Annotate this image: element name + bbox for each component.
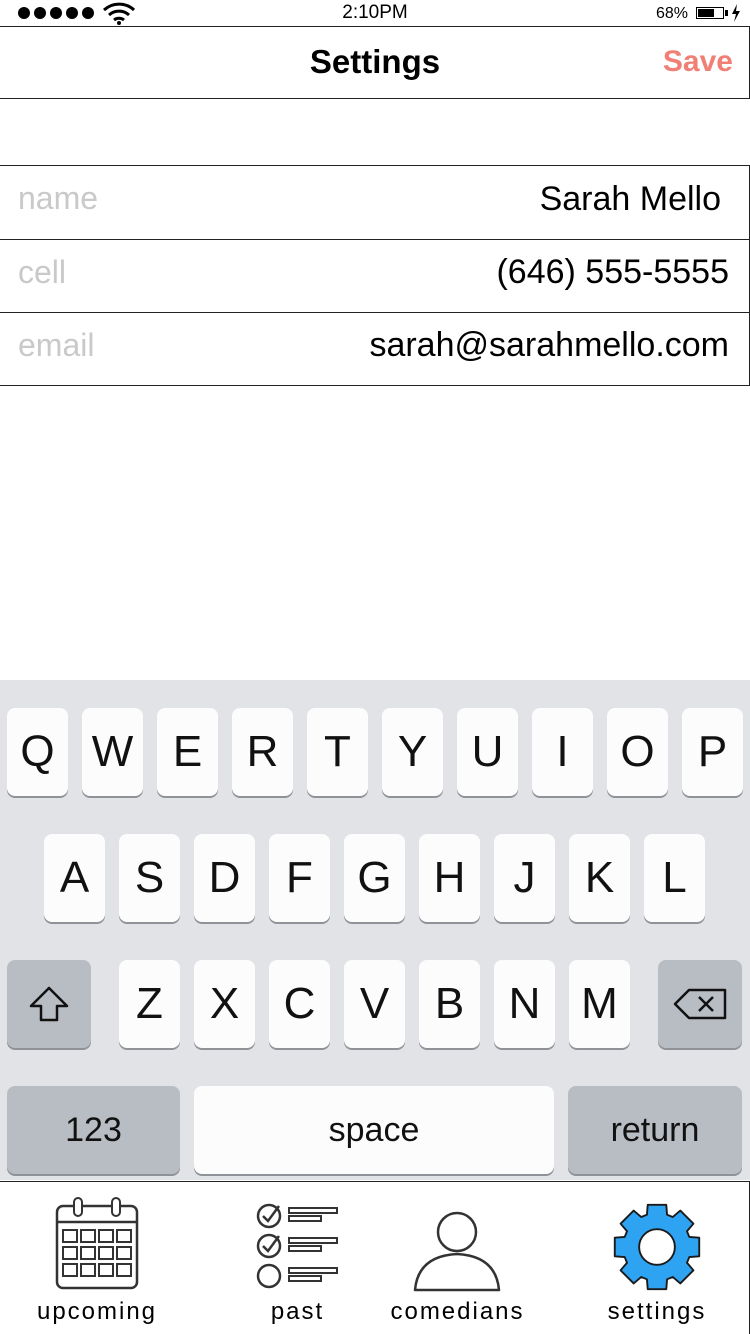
tab-past-label: past <box>270 1298 325 1325</box>
battery-icon <box>696 7 724 19</box>
key-p[interactable]: P <box>682 708 743 796</box>
return-key[interactable]: return <box>568 1086 742 1174</box>
key-r[interactable]: R <box>232 708 293 796</box>
email-field[interactable]: sarah@sarahmello.com <box>369 326 729 365</box>
shift-key[interactable] <box>7 960 91 1048</box>
key-q[interactable]: Q <box>7 708 68 796</box>
tab-settings-label: settings <box>607 1298 707 1325</box>
calendar-icon <box>55 1197 139 1290</box>
name-row[interactable]: name Sarah Mello <box>0 165 750 239</box>
person-icon <box>413 1211 501 1292</box>
tab-past[interactable]: past <box>215 1182 380 1334</box>
key-b[interactable]: B <box>419 960 480 1048</box>
backspace-icon <box>673 988 727 1020</box>
name-field[interactable]: Sarah Mello <box>540 180 721 219</box>
tab-upcoming[interactable]: upcoming <box>12 1182 182 1334</box>
key-u[interactable]: U <box>457 708 518 796</box>
key-f[interactable]: F <box>269 834 330 922</box>
status-time: 2:10PM <box>342 2 408 23</box>
key-z[interactable]: Z <box>119 960 180 1048</box>
tab-settings[interactable]: settings <box>572 1182 742 1334</box>
key-c[interactable]: C <box>269 960 330 1048</box>
battery-percent: 68% <box>656 5 689 22</box>
key-j[interactable]: J <box>494 834 555 922</box>
key-l[interactable]: L <box>644 834 705 922</box>
key-e[interactable]: E <box>157 708 218 796</box>
key-m[interactable]: M <box>569 960 630 1048</box>
checklist-icon <box>256 1203 338 1289</box>
cell-field[interactable]: (646) 555-5555 <box>496 253 729 292</box>
charging-icon <box>732 4 740 22</box>
nav-bar: Settings Save <box>0 26 750 99</box>
key-t[interactable]: T <box>307 708 368 796</box>
tab-upcoming-label: upcoming <box>36 1298 158 1325</box>
key-g[interactable]: G <box>344 834 405 922</box>
key-y[interactable]: Y <box>382 708 443 796</box>
cell-label: cell <box>18 254 67 290</box>
battery-tip <box>725 10 728 16</box>
delete-key[interactable] <box>658 960 742 1048</box>
tab-comedians-label: comedians <box>390 1298 525 1325</box>
key-v[interactable]: V <box>344 960 405 1048</box>
status-bar: 2:10PM 68% <box>0 0 750 26</box>
key-a[interactable]: A <box>44 834 105 922</box>
key-d[interactable]: D <box>194 834 255 922</box>
key-h[interactable]: H <box>419 834 480 922</box>
key-n[interactable]: N <box>494 960 555 1048</box>
gear-icon <box>613 1203 701 1291</box>
page-title: Settings <box>309 43 441 80</box>
save-button[interactable]: Save <box>663 45 733 79</box>
key-i[interactable]: I <box>532 708 593 796</box>
key-s[interactable]: S <box>119 834 180 922</box>
tab-comedians[interactable]: comedians <box>380 1182 535 1334</box>
name-label: name <box>18 180 99 216</box>
keyboard: Q W E R T Y U I O P A S D F G H J K L Z … <box>0 680 750 1180</box>
key-x[interactable]: X <box>194 960 255 1048</box>
key-o[interactable]: O <box>607 708 668 796</box>
space-key[interactable]: space <box>194 1086 554 1174</box>
cell-row[interactable]: cell (646) 555-5555 <box>0 239 750 313</box>
tab-bar: upcoming past comedians settings <box>0 1181 750 1334</box>
email-label: email <box>18 327 95 363</box>
numbers-key[interactable]: 123 <box>7 1086 180 1174</box>
key-w[interactable]: W <box>82 708 143 796</box>
key-k[interactable]: K <box>569 834 630 922</box>
email-row[interactable]: email sarah@sarahmello.com <box>0 312 750 386</box>
shift-icon <box>29 986 69 1022</box>
